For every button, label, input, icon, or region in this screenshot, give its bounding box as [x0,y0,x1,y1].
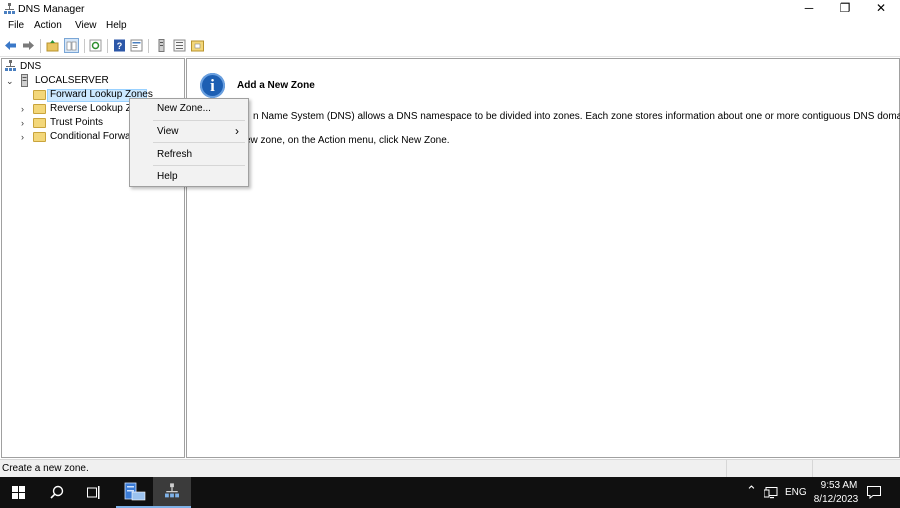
refresh-icon[interactable] [89,39,102,52]
network-icon[interactable] [764,487,778,499]
menu-action[interactable]: Action [34,20,62,31]
clock-date[interactable]: 8/12/2023 [812,494,860,505]
dns-app-icon [4,3,15,14]
server-icon [21,74,28,87]
folder-icon [33,90,46,100]
list-view-icon[interactable] [173,39,186,52]
toolbar-separator [107,39,108,53]
search-icon[interactable] [50,485,64,499]
context-menu-separator [153,120,245,121]
show-hide-tree-icon[interactable] [64,38,79,53]
context-menu-refresh[interactable]: Refresh [157,149,192,160]
toolbar-separator [40,39,41,53]
clock-time[interactable]: 9:53 AM [817,480,861,491]
up-folder-icon[interactable] [46,39,59,52]
menu-file[interactable]: File [8,20,24,31]
chevron-right-icon[interactable]: › [21,132,24,142]
chevron-right-icon[interactable]: › [21,118,24,128]
detail-description-line2: ew zone, on the Action menu, click New Z… [245,135,450,146]
context-menu-separator [153,165,245,166]
back-arrow-icon[interactable] [4,39,17,52]
folder-icon [33,104,46,114]
chevron-up-icon[interactable]: ⌃ [746,483,757,499]
taskbar: ⌃ ENG 9:53 AM 8/12/2023 [0,477,900,508]
minimize-button[interactable]: ─ [792,0,826,18]
toolbar-separator [148,39,149,53]
forward-arrow-icon[interactable] [22,39,35,52]
menu-help[interactable]: Help [106,20,127,31]
status-divider [812,460,813,477]
dns-app-icon [165,483,179,498]
server-icon[interactable] [155,39,168,52]
title-bar: DNS Manager ─ ❐ ✕ [0,0,900,18]
properties-icon[interactable] [130,39,143,52]
window-title: DNS Manager [18,3,85,15]
folder-icon [33,118,46,128]
tree-item-conditional-forwarders[interactable]: Conditional Forwar [50,131,134,142]
toolbar: ? [0,36,900,57]
menu-view[interactable]: View [75,20,97,31]
status-bar: Create a new zone. [0,459,900,477]
taskbar-dns-manager-button[interactable] [153,477,191,508]
windows-start-icon[interactable] [12,486,25,499]
info-icon: i [200,73,225,98]
chevron-right-icon: › [235,124,239,138]
context-menu-help[interactable]: Help [157,171,178,182]
folder-icon [33,132,46,142]
restore-button[interactable]: ❐ [828,0,862,18]
menu-bar: File Action View Help [0,18,900,34]
status-text: Create a new zone. [2,463,89,474]
context-menu-new-zone[interactable]: New Zone... [157,103,211,114]
tree-item-trust-points[interactable]: Trust Points [50,117,103,128]
server-manager-icon [124,482,146,501]
detail-description-line1: n Name System (DNS) allows a DNS namespa… [253,111,900,122]
status-divider [726,460,727,477]
close-button[interactable]: ✕ [864,0,898,18]
zone-folder-icon[interactable] [191,39,204,52]
chevron-right-icon[interactable]: › [21,104,24,114]
context-menu-view[interactable]: View [157,126,179,137]
tree-root-dns[interactable]: DNS [20,61,41,72]
dns-root-icon [5,60,16,71]
toolbar-separator [84,39,85,53]
language-indicator[interactable]: ENG [785,487,807,498]
context-menu-separator [153,142,245,143]
taskbar-server-manager-button[interactable] [116,477,154,508]
task-view-icon[interactable] [87,486,101,499]
tree-server-localserver[interactable]: LOCALSERVER [35,75,109,86]
detail-heading: Add a New Zone [237,80,315,91]
chevron-down-icon[interactable]: ⌄ [6,76,14,87]
svg-text:?: ? [117,41,123,51]
help-icon[interactable]: ? [113,39,126,52]
notification-icon[interactable] [867,486,881,499]
tree-item-reverse-lookup-zones[interactable]: Reverse Lookup Zo [50,103,137,114]
